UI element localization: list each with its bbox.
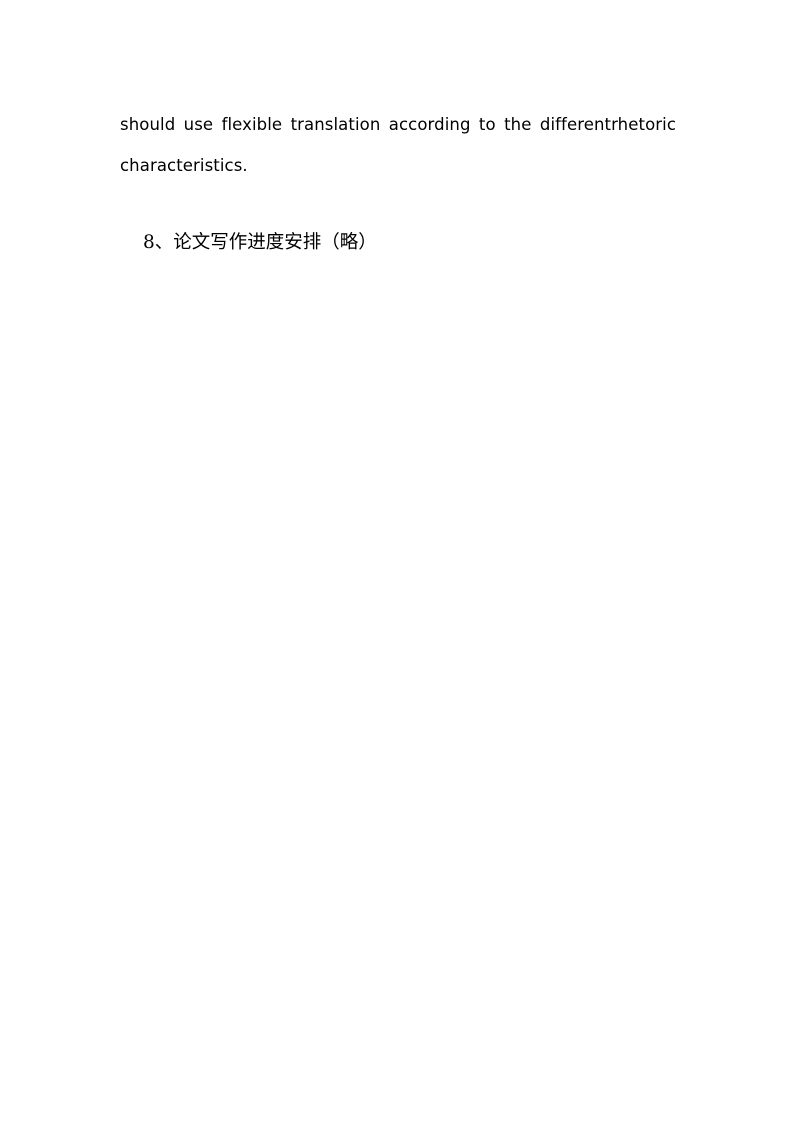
body-paragraph-line-1: should use flexible translation accordin… [120, 115, 676, 134]
body-paragraph-line-2: characteristics. [120, 156, 248, 175]
body-paragraph: should use flexible translation accordin… [120, 104, 676, 186]
page-blank-area [0, 280, 794, 1123]
section-heading-8: 8、论文写作进度安排（略） [143, 232, 377, 253]
document-body: should use flexible translation accordin… [120, 104, 676, 186]
document-page: should use flexible translation accordin… [0, 0, 794, 1123]
